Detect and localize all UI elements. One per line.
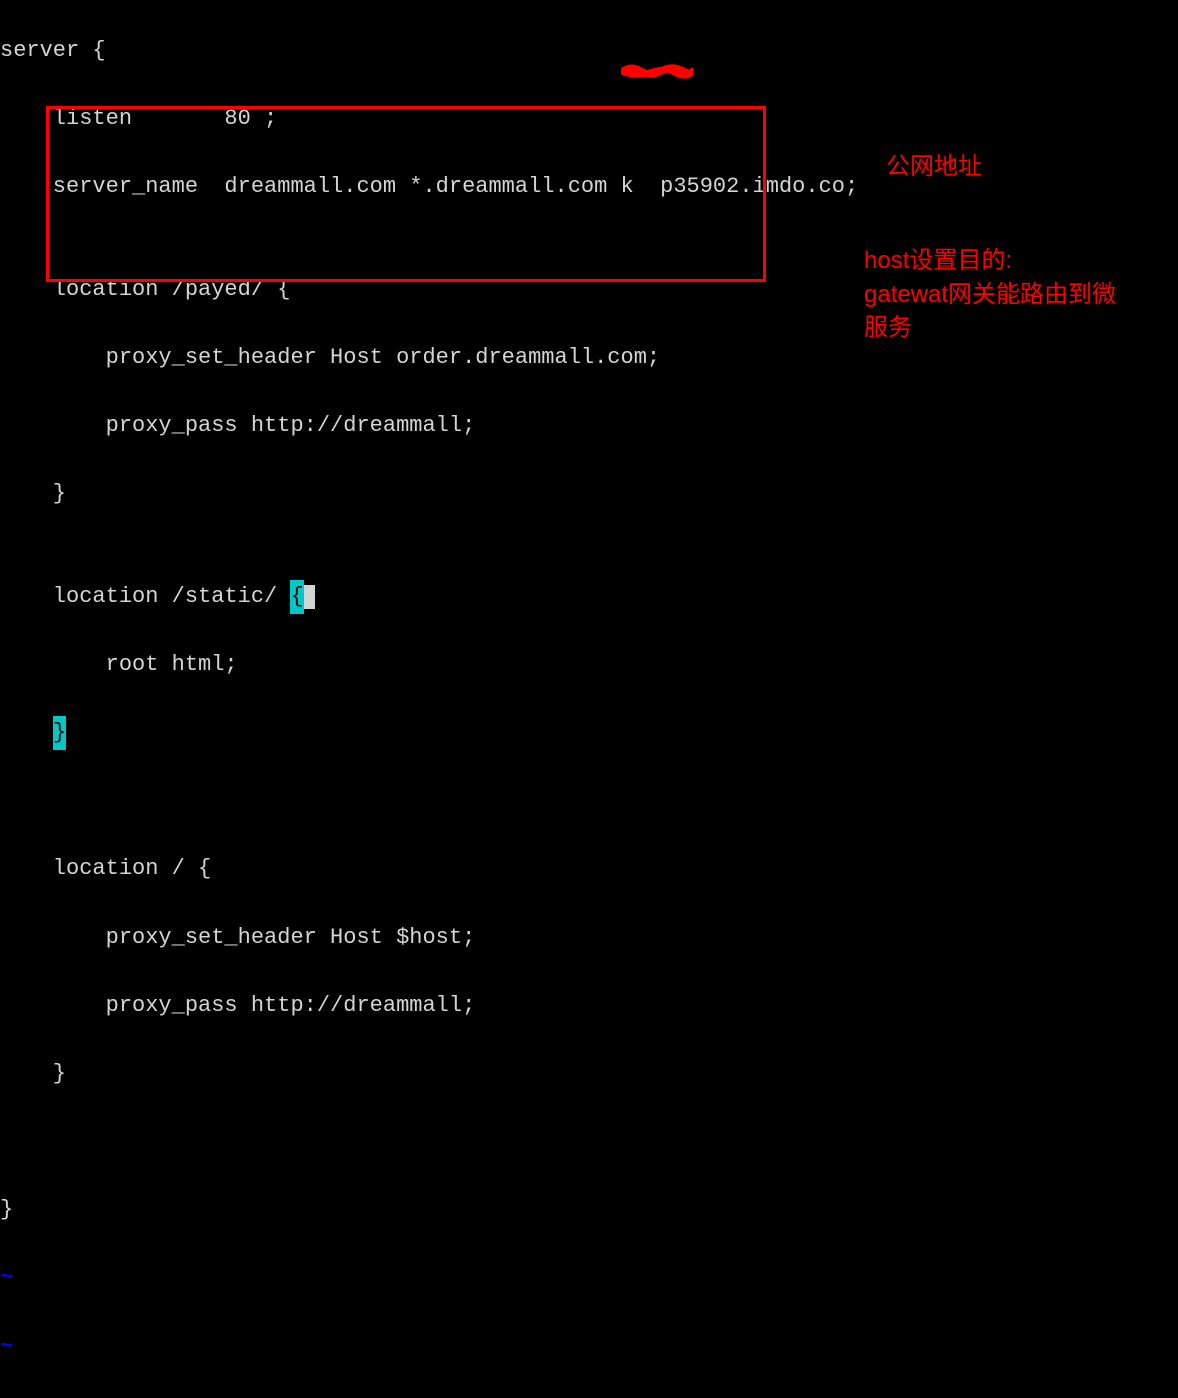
code-line: root html; [0,648,1178,682]
matching-brace-open: { [290,580,303,614]
terminal-editor[interactable]: server { listen 80 ; server_name dreamma… [0,0,1178,1398]
code-line: listen 80 ; [0,102,1178,136]
matching-brace-close: } [53,716,66,750]
annotation-host-purpose: host设置目的: gatewat网关能路由到微服务 [864,244,1124,345]
code-text: 35902.imdo.co; [673,174,858,199]
redacted-text: k p [621,174,674,199]
code-line: proxy_pass http://dreammall; [0,989,1178,1023]
code-line: location /static/ { [0,580,1178,614]
code-text: location /static/ [0,584,290,609]
code-line: } [0,477,1178,511]
code-text: server_name dreammall.com *.dreammall.co… [0,174,621,199]
code-line: server_name dreammall.com *.dreammall.co… [0,170,1178,204]
vim-tilde: ~ [0,1330,1178,1364]
code-line: server { [0,34,1178,68]
code-line: } [0,716,1178,750]
code-line: } [0,1057,1178,1091]
code-line: location / { [0,852,1178,886]
code-line: } [0,1193,1178,1227]
vim-tilde: ~ [0,1261,1178,1295]
code-indent [0,720,53,745]
code-line: proxy_set_header Host order.dreammall.co… [0,341,1178,375]
annotation-public-address: 公网地址 [886,150,982,184]
cursor [304,585,315,609]
code-line: proxy_pass http://dreammall; [0,409,1178,443]
code-line: proxy_set_header Host $host; [0,921,1178,955]
